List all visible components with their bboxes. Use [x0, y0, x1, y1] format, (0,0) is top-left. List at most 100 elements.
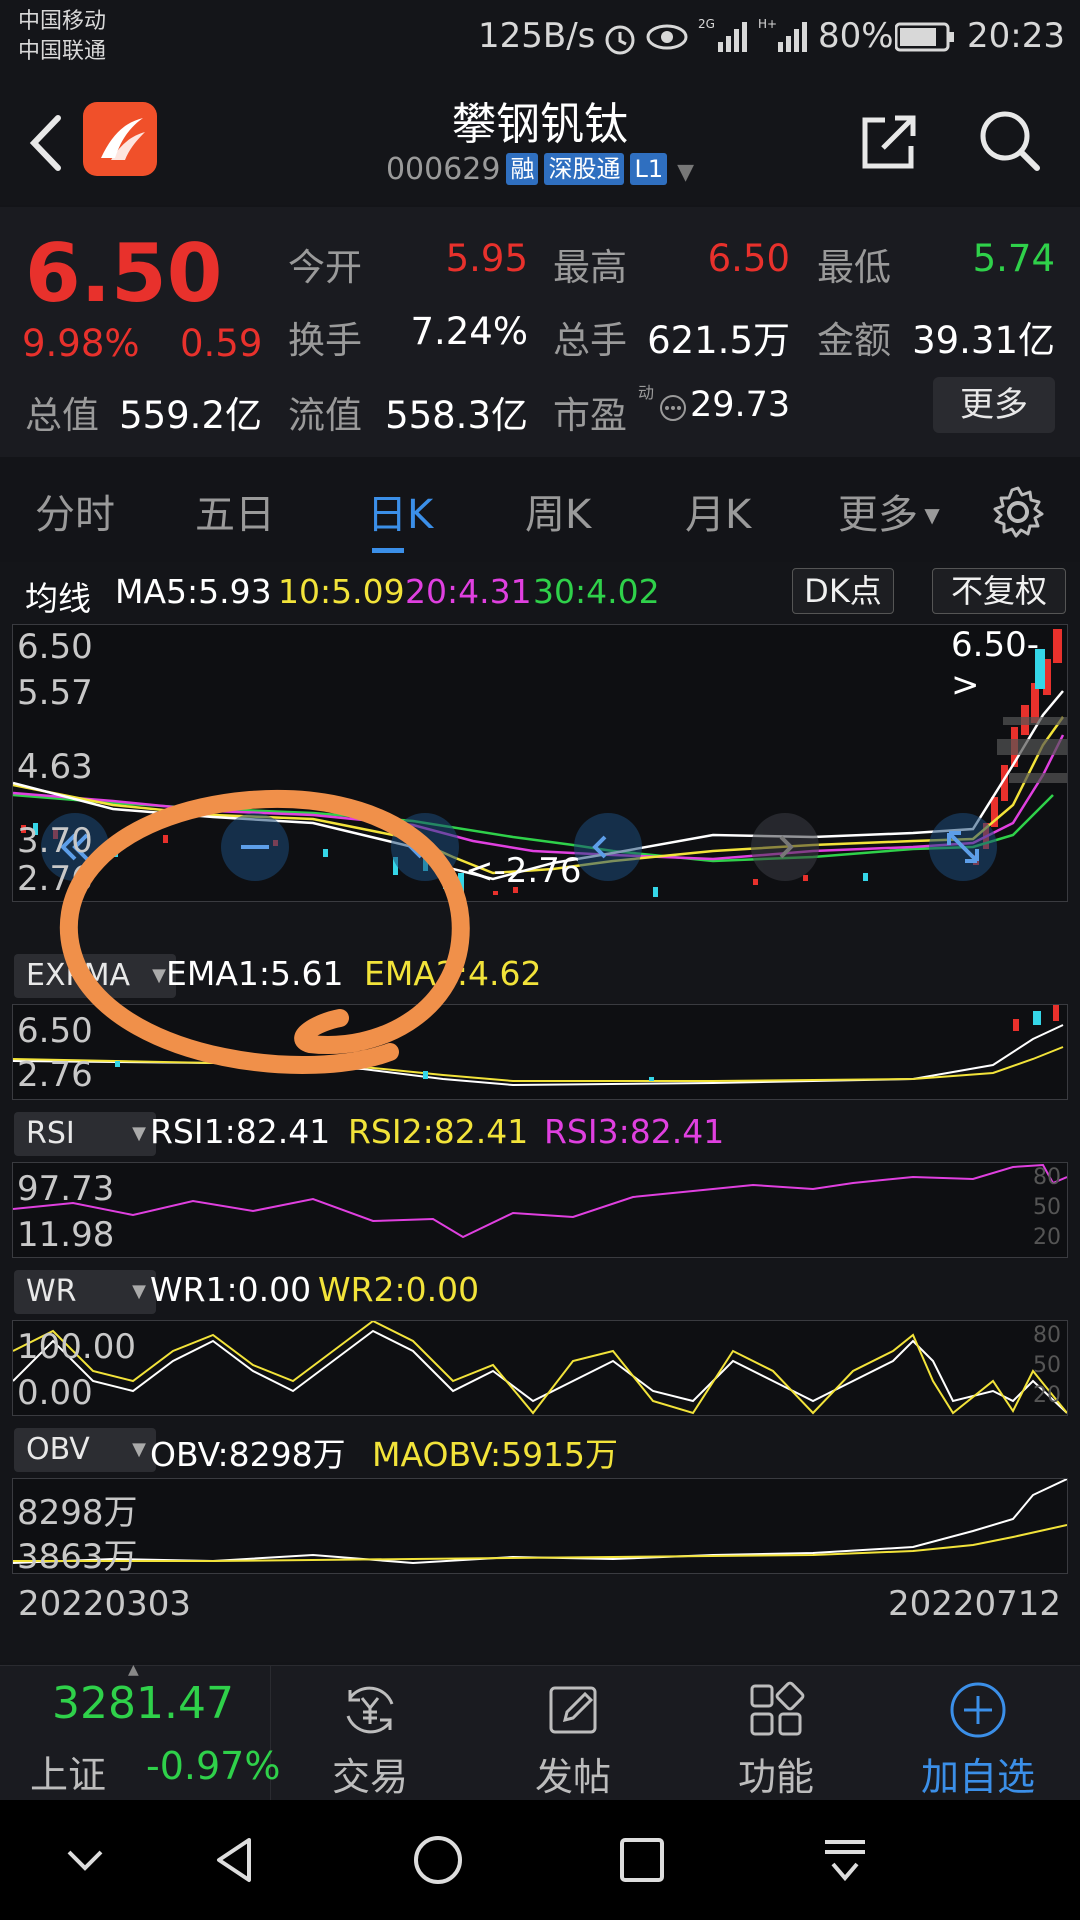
index-name: 上证 [30, 1753, 107, 1797]
stock-code: 000629 [385, 152, 501, 187]
functions-label: 功能 [737, 1755, 814, 1799]
ma-legend-label: 均线 [25, 579, 91, 618]
rsi-y-min: 11.98 [17, 1215, 115, 1255]
total-value: 559.2亿 [119, 394, 262, 437]
change-percent: 9.98% [22, 322, 140, 365]
volume-label: 总手 [553, 319, 627, 362]
expand-caret-icon: ▲ [128, 1662, 139, 1678]
obv-y-min: 3863万 [17, 1537, 138, 1577]
rsi-right-ticks: 80 50 20 [1033, 1165, 1061, 1250]
wr-panel[interactable]: 100.00 0.00 80 50 20 [12, 1320, 1068, 1416]
trade-button[interactable]: 交易 [270, 1666, 470, 1801]
rsi2-value: RSI2:82.41 [348, 1112, 529, 1151]
dropdown-caret-icon[interactable]: ▼ [677, 160, 694, 185]
pe-value: 29.73 [690, 385, 791, 425]
connect-tag: 深股通 [544, 153, 625, 185]
obv-panel[interactable]: 8298万 3863万 [12, 1478, 1068, 1577]
trade-label: 交易 [331, 1755, 408, 1799]
rsi-panel[interactable]: 97.73 11.98 80 50 20 [12, 1162, 1068, 1258]
carrier-2: 中国联通 [18, 39, 107, 64]
alarm-icon [605, 25, 635, 55]
turnover-label: 换手 [288, 319, 362, 362]
ma10-value: 10:5.09 [278, 572, 405, 611]
change-amount: 0.59 [180, 322, 263, 365]
kline-y-max: 6.50 [17, 627, 93, 667]
bottom-toolbar: ▲ 3281.47 上证 -0.97% 交易 发帖 功能 加自选 [0, 1662, 1080, 1801]
battery-icon [895, 22, 954, 52]
carrier-1: 中国移动 [18, 9, 107, 34]
add-watchlist-button[interactable]: 加自选 [878, 1666, 1078, 1801]
rsi3-value: RSI3:82.41 [544, 1112, 725, 1151]
tab-five-day[interactable]: 五日 [195, 482, 275, 540]
index-value: 3281.47 [52, 1678, 234, 1729]
kline-y-2: 5.57 [17, 673, 93, 713]
period-tabs: 分时 五日 日K 周K 月K 更多 ▼ [0, 460, 1080, 560]
stock-header: 攀钢钒钛 000629 融深股通 L1 ▼ [0, 80, 1080, 205]
system-nav-bar [0, 1800, 1080, 1920]
nav-back-icon[interactable] [205, 1830, 265, 1890]
notification-pulldown-icon[interactable] [815, 1830, 875, 1890]
chart-area: 均线 MA5:5.93 10:5.09 20:4.31 30:4.02 DK点 … [0, 562, 1080, 1662]
date-start: 20220303 [18, 1584, 192, 1624]
adjust-price-button[interactable]: 不复权 [932, 568, 1066, 614]
wr2-value: WR2:0.00 [318, 1270, 480, 1309]
chevron-down-icon[interactable] [55, 1830, 115, 1890]
svg-text:2G: 2G [698, 17, 715, 31]
amount-value: 39.31亿 [912, 319, 1055, 362]
wr-y-max: 100.00 [17, 1327, 136, 1367]
rsi-line [13, 1163, 1067, 1239]
index-change: -0.97% [146, 1744, 281, 1788]
tab-weekly-k[interactable]: 周K [525, 482, 591, 540]
signal-h-icon: H+ [758, 17, 807, 52]
obv-selector[interactable]: OBV ▼ [14, 1428, 156, 1472]
add-watchlist-label: 加自选 [920, 1755, 1035, 1799]
quote-panel: 6.50 9.98% 0.59 今开 5.95 最高 6.50 最低 5.74 … [0, 207, 1080, 457]
float-value-label: 流值 [288, 394, 362, 437]
dk-point-button[interactable]: DK点 [792, 568, 894, 614]
tab-intraday[interactable]: 分时 [35, 482, 115, 540]
functions-button[interactable]: 功能 [676, 1666, 876, 1801]
search-icon[interactable] [975, 106, 1045, 176]
maobv-line [13, 1524, 1067, 1562]
high-label: 最高 [553, 246, 627, 289]
maobv-value: MAOBV:5915万 [372, 1435, 619, 1474]
rsi1-value: RSI1:82.41 [150, 1112, 331, 1151]
nav-recents-icon[interactable] [612, 1830, 672, 1890]
obv-value: OBV:8298万 [150, 1435, 346, 1474]
current-price: 6.50 [25, 227, 223, 320]
volume-value: 621.5万 [647, 319, 790, 362]
margin-tag: 融 [506, 153, 539, 185]
network-speed: 125B/s [478, 16, 596, 56]
tab-more[interactable]: 更多 ▼ [838, 482, 940, 540]
wr-right-ticks: 80 50 20 [1033, 1323, 1061, 1408]
wr1-line [13, 1329, 1067, 1414]
edit-icon [549, 1686, 597, 1734]
max-price-marker: 6.50-> [951, 625, 1039, 705]
turnover-value: 7.24% [410, 310, 528, 353]
info-dots-icon[interactable] [658, 393, 688, 423]
status-bar: 中国移动 中国联通 125B/s 2G H+ 80% 20:23 [0, 0, 1080, 80]
more-quote-button[interactable]: 更多 [933, 377, 1055, 433]
date-end: 20220712 [888, 1584, 1062, 1624]
nav-home-icon[interactable] [408, 1830, 468, 1890]
grid-icon [750, 1681, 805, 1736]
rsi-y-max: 97.73 [17, 1169, 115, 1209]
hand-drawn-circle-annotation [59, 790, 470, 1074]
wr-selector[interactable]: WR ▼ [14, 1270, 156, 1314]
high-value: 6.50 [707, 237, 790, 280]
total-value-label: 总值 [25, 394, 99, 437]
clock: 20:23 [967, 16, 1065, 56]
gear-icon[interactable] [990, 484, 1046, 540]
tab-daily-k[interactable]: 日K [367, 482, 433, 540]
wr-y-min: 0.00 [17, 1373, 93, 1413]
eye-icon [646, 24, 688, 50]
tab-monthly-k[interactable]: 月K [685, 482, 751, 540]
pe-dynamic-sup: 动 [638, 383, 655, 402]
ma5-value: MA5:5.93 [115, 572, 272, 611]
signal-2g-icon: 2G [698, 17, 747, 52]
share-icon[interactable] [855, 106, 925, 176]
rsi-selector[interactable]: RSI ▼ [14, 1112, 156, 1156]
post-button[interactable]: 发帖 [473, 1666, 673, 1801]
index-ticker[interactable]: ▲ 3281.47 上证 -0.97% [0, 1662, 280, 1801]
plus-circle-icon [950, 1682, 1006, 1738]
